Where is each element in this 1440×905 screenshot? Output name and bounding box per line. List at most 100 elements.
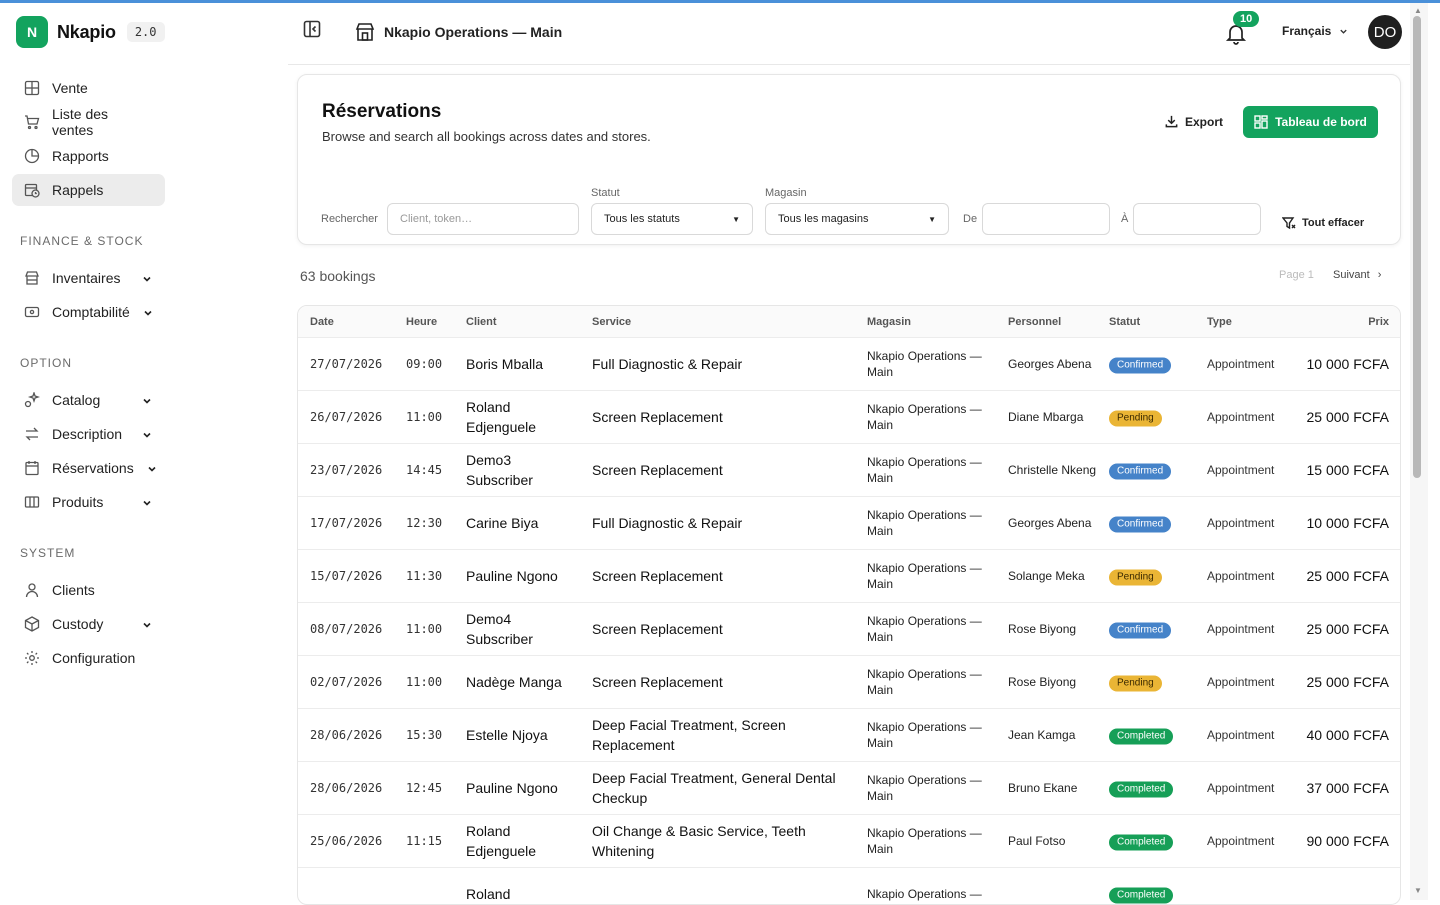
language-select[interactable]: Français (1282, 24, 1348, 38)
export-button[interactable]: Export (1164, 114, 1223, 129)
sidebar-item-clients[interactable]: Clients (12, 574, 165, 606)
cell-store: Nkapio Operations — Main (867, 773, 982, 803)
table-row[interactable]: 17/07/2026 12:30 Carine Biya Full Diagnosti… (298, 497, 1400, 550)
sidebar-item-configuration[interactable]: Configuration (12, 642, 165, 674)
table-row[interactable]: 08/07/2026 11:00 Demo4 Subscriber Screen Re… (298, 603, 1400, 656)
chevron-down-icon[interactable] (142, 306, 154, 318)
sidebar-item-liste-des-ventes[interactable]: Liste des ventes (12, 106, 165, 138)
chevron-down-icon[interactable] (141, 428, 153, 440)
cell-client: Nadège Manga (466, 674, 562, 690)
cell-date: 08/07/2026 (310, 622, 383, 636)
cell-time: 11:15 (406, 834, 443, 848)
cell-type: Appointment (1207, 357, 1275, 371)
store-icon (355, 23, 375, 41)
cell-price: 10 000 FCFA (1306, 515, 1390, 531)
sidebar-item-label: Rappels (52, 182, 104, 198)
table-row[interactable]: 28/06/2026 12:45 Pauline Ngono Deep Facial … (298, 762, 1400, 815)
sidebar-toggle-icon[interactable] (302, 19, 322, 39)
chevron-right-icon: › (1377, 269, 1382, 281)
table-row[interactable]: 25/06/2026 11:15 Roland Edjenguele Oil Chan… (298, 815, 1400, 868)
next-page-button[interactable]: Suivant › (1333, 269, 1381, 281)
sidebar-item-description[interactable]: Description (12, 418, 165, 450)
scrollbar-thumb[interactable] (1413, 16, 1421, 478)
status-badge: Completed (1109, 728, 1174, 745)
cell-client: Roland Edjenguele (466, 823, 537, 859)
search-placeholder: Client, token… (400, 213, 473, 225)
brand[interactable]: N Nkapio 2.0 (16, 16, 165, 48)
from-date-input[interactable] (982, 203, 1110, 235)
next-label: Suivant (1333, 269, 1370, 281)
chevron-down-icon[interactable] (146, 462, 158, 474)
column-header-magasin[interactable]: Magasin (867, 316, 911, 328)
cell-time: 09:00 (406, 357, 443, 371)
cell-type: Appointment (1207, 728, 1275, 742)
sidebar-section-title: FINANCE & STOCK (20, 234, 144, 248)
table-row[interactable]: 15/07/2026 11:30 Pauline Ngono Screen Repla… (298, 550, 1400, 603)
cell-type: Appointment (1207, 675, 1275, 689)
cell-date: 27/07/2026 (310, 357, 383, 371)
cell-price: 90 000 FCFA (1306, 833, 1390, 849)
column-header-prix[interactable]: Prix (1368, 316, 1389, 328)
cell-store: Nkapio Operations — Main (867, 720, 982, 750)
table-row[interactable]: 23/07/2026 14:45 Demo3 Subscriber Screen Re… (298, 444, 1400, 497)
sidebar-item-rapports[interactable]: Rapports (12, 140, 165, 172)
chevron-down-icon[interactable] (141, 394, 153, 406)
cell-time: 11:00 (406, 410, 443, 424)
chevron-down-icon[interactable] (141, 496, 153, 508)
cell-type: Appointment (1207, 622, 1275, 636)
sidebar-item-inventaires[interactable]: Inventaires (12, 262, 165, 294)
to-date-input[interactable] (1133, 203, 1261, 235)
column-header-statut[interactable]: Statut (1109, 316, 1140, 328)
cell-time: 11:00 (406, 675, 443, 689)
status-badge: Confirmed (1109, 463, 1172, 480)
sidebar-item-reservations[interactable]: Réservations (12, 452, 165, 484)
chevron-down-icon[interactable] (141, 272, 153, 284)
cell-store: Nkapio Operations — Main (867, 508, 982, 538)
cell-store: Nkapio Operations — Main (867, 614, 982, 644)
store-select[interactable]: Tous les magasins ▼ (765, 203, 949, 235)
scroll-down-arrow[interactable]: ▼ (1414, 886, 1422, 895)
status-select[interactable]: Tous les statuts ▼ (591, 203, 753, 235)
brand-name: Nkapio (57, 21, 116, 42)
search-label: Rechercher (321, 213, 378, 225)
cell-price: 15 000 FCFA (1306, 462, 1390, 478)
search-input[interactable]: Client, token… (387, 203, 579, 235)
sidebar-item-comptabilite[interactable]: Comptabilité (12, 296, 165, 328)
cell-date: 28/06/2026 (310, 728, 383, 742)
sidebar-item-vente[interactable]: Vente (12, 72, 165, 104)
status-badge: Confirmed (1109, 622, 1172, 639)
dashboard-button[interactable]: Tableau de bord (1243, 106, 1378, 138)
status-badge: Completed (1109, 781, 1174, 798)
column-header-date[interactable]: Date (310, 316, 334, 328)
sidebar-item-produits[interactable]: Produits (12, 486, 165, 518)
sidebar-section-title: OPTION (20, 356, 73, 370)
table-row[interactable]: 27/07/2026 09:00 Boris Mballa Full Diagnost… (298, 338, 1400, 391)
cell-price: 25 000 FCFA (1306, 674, 1390, 690)
cell-staff: Rose Biyong (1008, 675, 1077, 689)
table-row[interactable]: 28/06/2026 15:30 Estelle Njoya Deep Facial … (298, 709, 1400, 762)
sidebar-item-custody[interactable]: Custody (12, 608, 165, 640)
cell-status: Confirmed (1109, 355, 1172, 374)
scroll-up-arrow[interactable]: ▲ (1414, 6, 1422, 15)
chevron-down-icon[interactable] (141, 618, 153, 630)
cart-icon (24, 114, 40, 130)
sidebar-item-catalog[interactable]: Catalog (12, 384, 165, 416)
column-header-client[interactable]: Client (466, 316, 497, 328)
cell-staff: Rose Biyong (1008, 622, 1077, 636)
status-value: Tous les statuts (604, 213, 680, 225)
cell-status: Pending (1109, 673, 1162, 692)
column-header-type[interactable]: Type (1207, 316, 1232, 328)
sidebar-item-label: Inventaires (52, 270, 121, 286)
table-row[interactable]: 02/07/2026 11:00 Nadège Manga Screen Replac… (298, 656, 1400, 709)
column-header-personnel[interactable]: Personnel (1008, 316, 1061, 328)
boxes-icon (24, 494, 40, 510)
sidebar-item-label: Custody (52, 616, 104, 632)
table-row[interactable]: 26/07/2026 11:00 Roland Edjenguele Screen R… (298, 391, 1400, 444)
avatar[interactable]: DO (1368, 15, 1402, 49)
column-header-heure[interactable]: Heure (406, 316, 437, 328)
column-header-service[interactable]: Service (592, 316, 631, 328)
current-store[interactable]: Nkapio Operations — Main (354, 21, 562, 43)
sidebar-item-rappels[interactable]: Rappels (12, 174, 165, 206)
table-row[interactable]: Roland Nkapio Operations — Completed (298, 868, 1400, 904)
clear-filters-button[interactable]: Tout effacer (1282, 216, 1364, 230)
